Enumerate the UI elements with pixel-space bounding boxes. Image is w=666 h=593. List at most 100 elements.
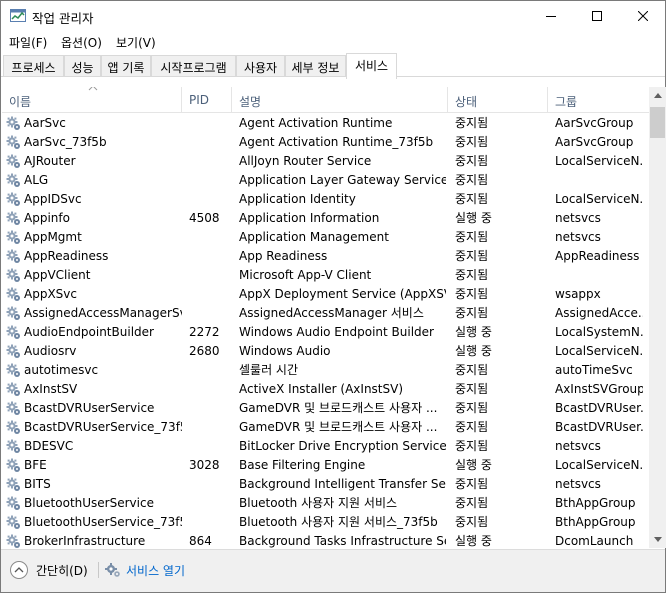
column-header-description[interactable]: 설명 [232,87,448,113]
tab-details[interactable]: 세부 정보 [285,55,346,77]
open-services-link[interactable]: 서비스 열기 [105,560,185,580]
service-pid [189,285,234,304]
table-row[interactable]: BcastDVRUserService_73f5b GameDVR 및 브로드캐스… [2,418,649,437]
service-pid: 4508 [189,211,220,225]
tab-bar: 프로세스 성능 앱 기록 시작프로그램 사용자 세부 정보 서비스 [1,53,665,79]
service-pid [189,190,234,209]
service-status: 중지됨 [455,230,489,244]
service-status: 중지됨 [455,439,489,453]
service-rows: AarSvc Agent Activation Runtime 중지됨 AarSvcG… [2,114,649,548]
service-name: BluetoothUserService_73f5b [24,515,182,529]
table-row[interactable]: BluetoothUserService_73f5b Bluetooth 사용자 … [2,513,649,532]
scroll-down-button[interactable] [649,531,666,548]
menu-view[interactable]: 보기(V) [116,34,156,51]
service-pid [189,475,234,494]
service-description: Microsoft App-V Client [239,268,372,282]
service-description: Agent Activation Runtime_73f5b [239,135,434,149]
window-title: 작업 관리자 [32,11,94,26]
service-group: AarSvcGroup [555,116,634,130]
table-row[interactable]: AppXSvc AppX Deployment Service (AppXSV..… [2,285,649,304]
table-row[interactable]: AppIDSvc Application Identity 중지됨 LocalServ… [2,190,649,209]
menu-file[interactable]: 파일(F) [9,34,47,51]
service-gear-icon [6,154,21,169]
column-header-pid[interactable]: PID [182,87,232,113]
tab-services[interactable]: 서비스 [346,53,397,79]
service-description: AssignedAccessManager 서비스 [239,306,424,320]
services-list[interactable]: 이름 PID 설명 상태 그룹 AarSvc Agent Activation R… [2,87,649,548]
minimize-button[interactable] [528,1,574,31]
menu-options[interactable]: 옵션(O) [61,34,102,51]
service-status: 실행 중 [455,211,492,225]
service-pid: 2272 [189,325,220,339]
tab-performance[interactable]: 성능 [64,55,101,77]
table-row[interactable]: BDESVC BitLocker Drive Encryption Service… [2,437,649,456]
service-gear-icon [6,439,21,454]
service-pid [189,266,234,285]
column-header-name[interactable]: 이름 [2,87,182,113]
service-name: BDESVC [24,439,74,453]
column-header-name-label: 이름 [9,95,32,109]
service-name: AarSvc_73f5b [24,135,107,149]
service-description: Background Intelligent Transfer Ser... [239,477,446,491]
service-pid: 3028 [189,458,220,472]
table-row[interactable]: autotimesvc 셀룰러 시간 중지됨 autoTimeSvc [2,361,649,380]
service-group: AarSvcGroup [555,135,634,149]
table-row[interactable]: AssignedAccessManagerSvc AssignedAccessMa… [2,304,649,323]
table-row[interactable]: AarSvc Agent Activation Runtime 중지됨 AarSvcG… [2,114,649,133]
sort-ascending-icon [88,87,98,91]
scroll-up-button[interactable] [649,87,666,104]
table-row[interactable]: Audiosrv 2680 Windows Audio 실행 중 LocalServic… [2,342,649,361]
table-row[interactable]: ALG Application Layer Gateway Service 중지됨 [2,171,649,190]
maximize-button[interactable] [574,1,620,31]
close-button[interactable] [620,1,666,31]
table-row[interactable]: AudioEndpointBuilder 2272 Windows Audio En… [2,323,649,342]
minimize-icon [546,16,556,17]
service-name: BFE [24,458,47,472]
vertical-scrollbar[interactable] [649,87,666,548]
service-status: 중지됨 [455,420,489,434]
service-name: AppIDSvc [24,192,82,206]
table-row[interactable]: BluetoothUserService Bluetooth 사용자 지원 서비스… [2,494,649,513]
fewer-details-button[interactable]: 간단히(D) [10,560,88,580]
service-description: Agent Activation Runtime [239,116,393,130]
service-status: 중지됨 [455,477,489,491]
service-status: 중지됨 [455,306,489,320]
service-pid: 864 [189,534,212,548]
service-group: LocalServiceN... [555,344,643,358]
table-row[interactable]: AxInstSV ActiveX Installer (AxInstSV) 중지됨 A… [2,380,649,399]
service-description: App Readiness [239,249,328,263]
table-row[interactable]: BrokerInfrastructure 864 Background Tasks … [2,532,649,548]
table-row[interactable]: AppVClient Microsoft App-V Client 중지됨 [2,266,649,285]
tab-app-history[interactable]: 앱 기록 [101,55,151,77]
table-row[interactable]: BcastDVRUserService GameDVR 및 브로드캐스트 사용자 … [2,399,649,418]
service-description: Application Information [239,211,380,225]
service-gear-icon [6,458,21,473]
scrollbar-thumb[interactable] [650,107,665,138]
service-gear-icon [6,192,21,207]
service-pid [189,152,234,171]
service-description: Bluetooth 사용자 지원 서비스_73f5b [239,515,438,529]
title-bar[interactable]: 작업 관리자 [1,1,665,31]
table-row[interactable]: AppMgmt Application Management 중지됨 netsvcs [2,228,649,247]
tab-users[interactable]: 사용자 [236,55,285,77]
service-gear-icon [6,344,21,359]
table-row[interactable]: Appinfo 4508 Application Information 실행 중 ne… [2,209,649,228]
service-pid [189,304,234,323]
table-row[interactable]: AarSvc_73f5b Agent Activation Runtime_73f… [2,133,649,152]
service-status: 실행 중 [455,344,492,358]
service-group: LocalSystemN... [555,325,643,339]
service-name: BITS [24,477,51,491]
table-row[interactable]: AJRouter AllJoyn Router Service 중지됨 LocalSe… [2,152,649,171]
service-group: netsvcs [555,439,601,453]
service-group [555,171,643,190]
table-row[interactable]: BFE 3028 Base Filtering Engine 실행 중 LocalSer… [2,456,649,475]
service-description: Base Filtering Engine [239,458,366,472]
column-header-status[interactable]: 상태 [448,87,548,113]
service-group: AssignedAcce... [555,306,643,320]
tab-processes[interactable]: 프로세스 [3,55,64,77]
service-pid [189,418,234,437]
table-row[interactable]: AppReadiness App Readiness 중지됨 AppReadiness [2,247,649,266]
table-row[interactable]: BITS Background Intelligent Transfer Ser.… [2,475,649,494]
tab-startup[interactable]: 시작프로그램 [151,55,236,77]
column-header-group[interactable]: 그룹 [548,87,649,113]
